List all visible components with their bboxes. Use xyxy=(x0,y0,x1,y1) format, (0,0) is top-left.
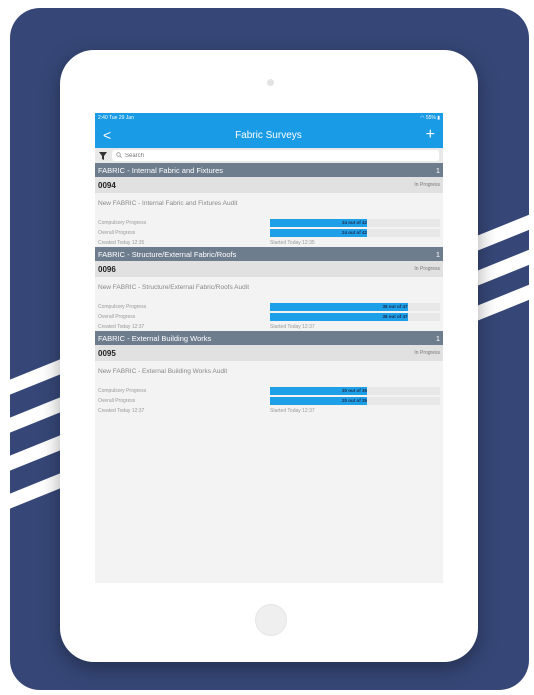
created-date: Created Today 12:37 xyxy=(98,323,145,330)
survey-id-row[interactable]: 0094 In Progress xyxy=(95,177,443,193)
overall-progress-text: 24 out of 42 xyxy=(342,230,368,235)
section-title: FABRIC - Internal Fabric and Fixtures xyxy=(98,165,224,175)
section-count: 1 xyxy=(435,333,440,343)
compulsory-progress-bar: 38 out of 47 xyxy=(270,303,440,311)
survey-id: 0095 xyxy=(98,348,116,358)
page-title: Fabric Surveys xyxy=(235,129,302,141)
dates-row: Created Today 12:35 Started Today 12:35 xyxy=(98,238,440,247)
filter-icon[interactable] xyxy=(99,151,107,160)
dates-row: Created Today 12:37 Started Today 12:37 xyxy=(98,406,440,415)
overall-progress-row: Overall Progress 20 out of 35 xyxy=(98,396,440,406)
tablet-home-button[interactable] xyxy=(255,604,287,636)
status-time: 2:40 Tue 29 Jan xyxy=(98,114,134,121)
survey-section: FABRIC - Internal Fabric and Fixtures 1 … xyxy=(95,163,443,247)
progress-block: Compulsory Progress 24 out of 42 Overall… xyxy=(95,215,443,247)
status-right: ◠ 55% ▮ xyxy=(420,115,440,121)
wifi-icon: ◠ xyxy=(420,114,425,121)
survey-section: FABRIC - External Building Works 1 0095 … xyxy=(95,331,443,415)
compulsory-progress-label: Compulsory Progress xyxy=(98,388,147,394)
progress-block: Compulsory Progress 38 out of 47 Overall… xyxy=(95,299,443,331)
search-input[interactable] xyxy=(122,151,325,160)
survey-id-row[interactable]: 0095 In Progress xyxy=(95,345,443,361)
section-title: FABRIC - Structure/External Fabric/Roofs xyxy=(98,249,237,259)
section-count: 1 xyxy=(435,165,440,175)
section-header[interactable]: FABRIC - External Building Works 1 xyxy=(95,331,443,345)
battery-level: 55% xyxy=(425,114,436,121)
created-date: Created Today 12:37 xyxy=(98,407,145,414)
overall-progress-label: Overall Progress xyxy=(98,398,136,404)
compulsory-progress-row: Compulsory Progress 38 out of 47 xyxy=(98,302,440,312)
started-date: Started Today 12:35 xyxy=(270,239,315,246)
survey-title[interactable]: New FABRIC - Internal Fabric and Fixture… xyxy=(95,193,443,215)
survey-status: In Progress xyxy=(414,350,440,356)
survey-status: In Progress xyxy=(414,266,440,272)
status-bar: 2:40 Tue 29 Jan ◠ 55% ▮ xyxy=(95,113,443,122)
compulsory-progress-row: Compulsory Progress 20 out of 35 xyxy=(98,386,440,396)
survey-id-row[interactable]: 0096 In Progress xyxy=(95,261,443,277)
overall-progress-text: 38 out of 47 xyxy=(382,314,408,319)
created-date: Created Today 12:35 xyxy=(98,239,145,246)
search-bar xyxy=(95,148,443,163)
section-header[interactable]: FABRIC - Structure/External Fabric/Roofs… xyxy=(95,247,443,261)
survey-title[interactable]: New FABRIC - Structure/External Fabric/R… xyxy=(95,277,443,299)
progress-block: Compulsory Progress 20 out of 35 Overall… xyxy=(95,383,443,415)
overall-progress-label: Overall Progress xyxy=(98,230,136,236)
search-field[interactable] xyxy=(112,150,439,161)
overall-progress-label: Overall Progress xyxy=(98,314,136,320)
overall-progress-bar: 20 out of 35 xyxy=(270,397,440,405)
compulsory-progress-text: 38 out of 47 xyxy=(382,304,408,309)
compulsory-progress-text: 20 out of 35 xyxy=(342,388,368,393)
survey-section: FABRIC - Structure/External Fabric/Roofs… xyxy=(95,247,443,331)
survey-title[interactable]: New FABRIC - External Building Works Aud… xyxy=(95,361,443,383)
section-count: 1 xyxy=(435,249,440,259)
survey-id: 0094 xyxy=(98,180,116,190)
overall-progress-row: Overall Progress 38 out of 47 xyxy=(98,312,440,322)
compulsory-progress-bar: 20 out of 35 xyxy=(270,387,440,395)
section-title: FABRIC - External Building Works xyxy=(98,333,212,343)
compulsory-progress-label: Compulsory Progress xyxy=(98,220,147,226)
back-button[interactable]: < xyxy=(103,127,111,143)
survey-status: In Progress xyxy=(414,182,440,188)
section-header[interactable]: FABRIC - Internal Fabric and Fixtures 1 xyxy=(95,163,443,177)
overall-progress-row: Overall Progress 24 out of 42 xyxy=(98,228,440,238)
started-date: Started Today 12:37 xyxy=(270,407,315,414)
tablet-camera xyxy=(267,79,274,86)
overall-progress-bar: 24 out of 42 xyxy=(270,229,440,237)
survey-id: 0096 xyxy=(98,264,116,274)
overall-progress-bar: 38 out of 47 xyxy=(270,313,440,321)
compulsory-progress-bar: 24 out of 42 xyxy=(270,219,440,227)
battery-icon: ▮ xyxy=(437,114,440,121)
overall-progress-text: 20 out of 35 xyxy=(342,398,368,403)
dates-row: Created Today 12:37 Started Today 12:37 xyxy=(98,322,440,331)
add-survey-button[interactable]: + xyxy=(426,126,435,144)
navigation-bar: < Fabric Surveys + xyxy=(95,122,443,148)
compulsory-progress-label: Compulsory Progress xyxy=(98,304,147,310)
compulsory-progress-row: Compulsory Progress 24 out of 42 xyxy=(98,218,440,228)
app-screen: 2:40 Tue 29 Jan ◠ 55% ▮ < Fabric Surveys… xyxy=(95,113,443,583)
started-date: Started Today 12:37 xyxy=(270,323,315,330)
compulsory-progress-text: 24 out of 42 xyxy=(342,220,368,225)
